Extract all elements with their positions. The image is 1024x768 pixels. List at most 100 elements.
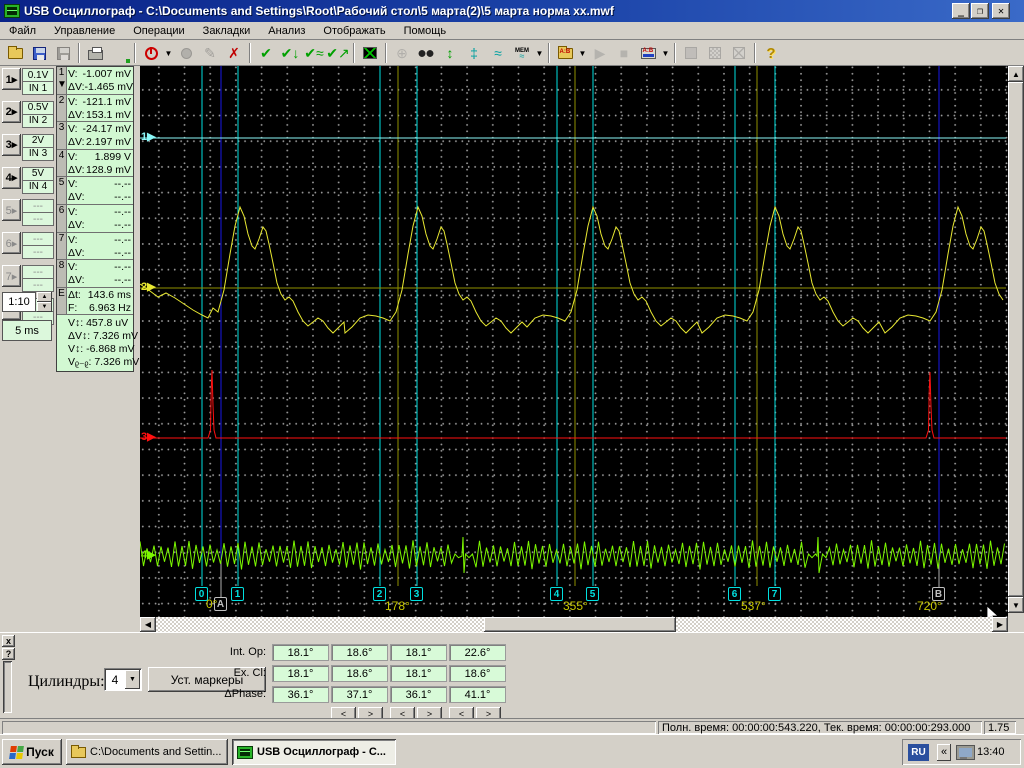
menu-item-4[interactable]: Закладки (194, 23, 260, 39)
script-open-button-dropdown[interactable]: ▼ (577, 42, 588, 64)
tray-chevron-icon[interactable]: « (937, 744, 951, 761)
channel-5-button[interactable]: 5▸ (2, 199, 21, 221)
marker-4-handle[interactable]: 4 (550, 587, 563, 601)
channel-4-position-arrow[interactable]: 4▶ (141, 550, 156, 561)
channel-3-position-arrow[interactable]: 3▶ (141, 432, 156, 443)
channel-5-input[interactable]: --- (22, 212, 54, 226)
print-button[interactable] (83, 42, 107, 64)
memory-button-dropdown[interactable]: ▼ (534, 42, 545, 64)
print-setup-button[interactable] (107, 42, 131, 64)
value-text: --.-- (85, 247, 131, 260)
menu-item-7[interactable]: Помощь (395, 23, 456, 39)
check-export-button[interactable]: ✔↗ (326, 42, 350, 64)
probe-ratio-spinner[interactable]: ▲ ▼ (37, 292, 52, 312)
save-file-button[interactable] (27, 42, 51, 64)
hscroll-thumb[interactable] (484, 617, 676, 632)
close-button[interactable]: ✕ (992, 3, 1010, 19)
apply-check-button[interactable]: ✔ (254, 42, 278, 64)
script-display-button-dropdown[interactable]: ▼ (660, 42, 671, 64)
panel-close-button[interactable]: x (2, 635, 15, 647)
chevron-down-icon[interactable]: ▼ (125, 670, 140, 689)
channel-2-position-arrow[interactable]: 2▶ (141, 282, 156, 293)
channel-4-button[interactable]: 4▸ (2, 167, 21, 189)
value-label: V: (68, 123, 78, 136)
help-button[interactable]: ? (759, 42, 783, 64)
scroll-up-icon[interactable]: ▲ (1008, 66, 1024, 82)
channel-7-button[interactable]: 7▸ (2, 265, 21, 287)
check-wave-button[interactable]: ✔≈ (302, 42, 326, 64)
start-button[interactable]: Пуск (2, 739, 62, 765)
marker-1-handle[interactable]: 1 (231, 587, 244, 601)
channel-3-button[interactable]: 3▸ (2, 134, 21, 156)
search-button[interactable] (414, 42, 438, 64)
marker-3-handle[interactable]: 3 (410, 587, 423, 601)
panel-slider[interactable] (3, 661, 12, 713)
oscilloscope-display[interactable]: 1▶2▶3▶4▶01234567AB0°178°355°537°720° (140, 66, 1008, 617)
channel-3-input[interactable]: IN 3 (22, 147, 54, 161)
language-indicator[interactable]: RU (908, 744, 929, 761)
menu-item-3[interactable]: Операции (124, 23, 193, 39)
channel-3-trace (140, 370, 1006, 438)
measurement-row-3-line: ΔV: 2.197 mV (68, 136, 131, 149)
menu-item-1[interactable]: Файл (0, 23, 45, 39)
memory-button[interactable]: MEM≈ (510, 42, 534, 64)
horizontal-scrollbar[interactable]: ◀▶ (140, 617, 1008, 632)
cylinders-select[interactable]: 4 ▼ (104, 668, 142, 691)
channel-1-button[interactable]: 1▸ (2, 68, 21, 90)
check-wave-icon: ✔≈ (304, 46, 323, 60)
stop-icon: ■ (620, 46, 628, 60)
display-abc-icon (641, 48, 656, 59)
auto-markers-button[interactable]: ↕ (438, 42, 462, 64)
scroll-down-icon[interactable]: ▼ (1008, 597, 1024, 613)
menu-item-6[interactable]: Отображать (314, 23, 394, 39)
spinner-up-icon[interactable]: ▲ (37, 292, 52, 302)
marker-7-handle[interactable]: 7 (768, 587, 781, 601)
scroll-left-icon[interactable]: ◀ (140, 617, 156, 632)
probe-ratio-field[interactable]: 1:10 (2, 292, 36, 312)
network-icon[interactable] (956, 746, 971, 759)
script-display-button[interactable] (636, 42, 660, 64)
channel-7-range[interactable]: --- (22, 265, 54, 279)
marker-6-handle[interactable]: 6 (728, 587, 741, 601)
measure-wave-button[interactable]: ≈ (486, 42, 510, 64)
scroll-right-icon[interactable]: ▶ (992, 617, 1008, 632)
timebase-field[interactable]: 5 ms (2, 320, 52, 341)
minimize-button[interactable]: _ (952, 3, 970, 19)
panel-help-button[interactable]: ? (2, 648, 15, 660)
channel-4-input[interactable]: IN 4 (22, 180, 54, 194)
channel-6-button[interactable]: 6▸ (2, 232, 21, 254)
channel-1-position-arrow[interactable]: 1▶ (141, 132, 156, 143)
stop-acquisition-button-dropdown[interactable]: ▼ (163, 42, 174, 64)
channel-2-range[interactable]: 0.5V (22, 101, 54, 115)
menu-item-2[interactable]: Управление (45, 23, 124, 39)
measure-levels-button[interactable]: ‡ (462, 42, 486, 64)
xy-view-button[interactable] (358, 42, 382, 64)
task-button-2[interactable]: USB Осциллограф - C... (232, 739, 396, 765)
script-play-button: ▶ (588, 42, 612, 64)
channel-6-range[interactable]: --- (22, 232, 54, 246)
open-file-button[interactable] (3, 42, 27, 64)
check-import-button[interactable]: ✔↓ (278, 42, 302, 64)
script-open-button[interactable] (553, 42, 577, 64)
spinner-down-icon[interactable]: ▼ (37, 302, 52, 312)
channel-5-range[interactable]: --- (22, 199, 54, 213)
stop-acquisition-button[interactable] (139, 42, 163, 64)
value-label: V: (68, 178, 78, 191)
vertical-scrollbar[interactable]: ▲▼ (1008, 66, 1024, 614)
channel-1-input[interactable]: IN 1 (22, 81, 54, 95)
vscroll-thumb[interactable] (1008, 82, 1024, 597)
channel-1-range[interactable]: 0.1V (22, 68, 54, 82)
channel-2-input[interactable]: IN 2 (22, 114, 54, 128)
menu-item-5[interactable]: Анализ (259, 23, 314, 39)
channel-2-button[interactable]: 2▸ (2, 101, 21, 123)
task-button-1[interactable]: C:\Documents and Settin... (66, 739, 228, 765)
square-x-icon (733, 47, 745, 59)
channel-6-input[interactable]: --- (22, 245, 54, 259)
channel-7-input[interactable]: --- (22, 278, 54, 292)
erase-button[interactable]: ✗ (222, 42, 246, 64)
measure-cyan-icon: ‡ (470, 46, 478, 60)
channel-4-range[interactable]: 5V (22, 167, 54, 181)
restore-button[interactable]: ❐ (971, 3, 989, 19)
channel-3-range[interactable]: 2V (22, 134, 54, 148)
degree-label: 537° (741, 599, 766, 613)
